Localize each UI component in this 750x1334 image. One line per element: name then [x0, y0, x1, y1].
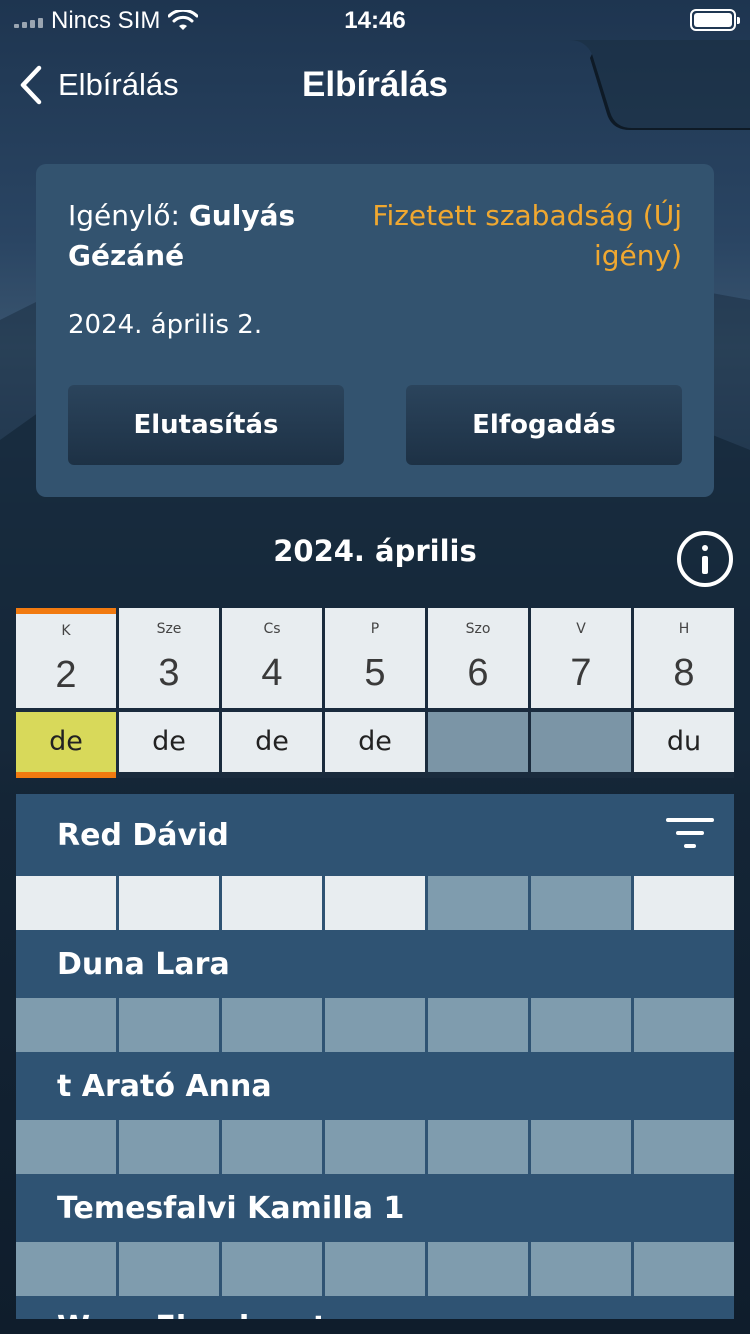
staff-day-cell[interactable] — [428, 998, 528, 1052]
staff-day-cell[interactable] — [16, 1242, 116, 1296]
staff-day-cell[interactable] — [119, 1120, 219, 1174]
day-name: Sze — [156, 621, 182, 637]
reject-button[interactable]: Elutasítás — [68, 385, 344, 465]
staff-day-cell[interactable] — [531, 1242, 631, 1296]
day-name: H — [678, 621, 690, 637]
staff-day-cells — [16, 876, 734, 930]
staff-name-row: Duna Lara — [16, 930, 734, 998]
staff-day-cell[interactable] — [325, 876, 425, 930]
day-cell[interactable]: Cs 4 — [222, 608, 322, 708]
staff-day-cell[interactable] — [634, 1120, 734, 1174]
staff-day-cell[interactable] — [119, 1242, 219, 1296]
page-title: Elbírálás — [302, 65, 448, 104]
staff-day-cells — [16, 1120, 734, 1174]
filter-icon[interactable] — [666, 818, 714, 852]
day-date: 2 — [55, 654, 77, 696]
staff-day-cells — [16, 1242, 734, 1296]
staff-day-cell[interactable] — [531, 998, 631, 1052]
staff-day-cell[interactable] — [325, 1120, 425, 1174]
request-card: Igénylő: Gulyás Gézáné Fizetett szabadsá… — [36, 164, 714, 497]
request-date: 2024. április 2. — [68, 310, 263, 340]
staff-list: Red Dávid Duna Lara t Arató Anna Temesfa… — [16, 794, 734, 1319]
half-day-cell-empty[interactable] — [428, 712, 528, 772]
half-day-cell[interactable]: de — [222, 712, 322, 772]
half-day-cell-selected[interactable]: de — [16, 712, 116, 778]
staff-day-cell[interactable] — [428, 1120, 528, 1174]
staff-day-cell[interactable] — [634, 876, 734, 930]
battery-icon — [690, 9, 740, 31]
half-day-cell[interactable]: de — [119, 712, 219, 772]
staff-name-row: Temesfalvi Kamilla 1 — [16, 1174, 734, 1242]
accept-button[interactable]: Elfogadás — [406, 385, 682, 465]
day-name: P — [370, 621, 380, 637]
staff-day-cell[interactable] — [222, 876, 322, 930]
day-name: K — [61, 623, 71, 639]
day-cell[interactable]: Sze 3 — [119, 608, 219, 708]
staff-day-cell[interactable] — [222, 998, 322, 1052]
day-date: 4 — [261, 652, 283, 694]
staff-name-row: Red Dávid — [16, 794, 734, 876]
day-cell[interactable]: H8 — [634, 608, 734, 708]
status-bar: Nincs SIM 14:46 — [0, 0, 750, 40]
staff-name: t Arató Anna — [57, 1068, 272, 1104]
staff-day-cell[interactable] — [222, 1242, 322, 1296]
staff-day-cell[interactable] — [16, 876, 116, 930]
staff-day-cells — [16, 998, 734, 1052]
week-calendar: K2 Sze 3 Cs 4 P5 Szo 6 V7 H8 de de de de du — [16, 608, 734, 778]
half-day-cell[interactable]: du — [634, 712, 734, 772]
staff-day-cell[interactable] — [428, 876, 528, 930]
staff-name-row: t Arató Anna — [16, 1052, 734, 1120]
staff-day-cell[interactable] — [222, 1120, 322, 1174]
day-cell[interactable]: P5 — [325, 608, 425, 708]
day-date: 8 — [673, 652, 695, 694]
staff-day-cell[interactable] — [16, 998, 116, 1052]
status-time: 14:46 — [344, 7, 406, 34]
staff-day-cell[interactable] — [119, 876, 219, 930]
day-cell[interactable]: V7 — [531, 608, 631, 708]
half-day-cell-empty[interactable] — [531, 712, 631, 772]
staff-day-cell[interactable] — [119, 998, 219, 1052]
day-cell[interactable]: Szo 6 — [428, 608, 528, 708]
day-cell[interactable]: K2 — [16, 608, 116, 708]
applicant: Igénylő: Gulyás Gézáné — [68, 196, 348, 276]
day-name: V — [576, 621, 586, 637]
staff-name: Wass Flanders t — [57, 1310, 327, 1319]
staff-day-cell[interactable] — [531, 876, 631, 930]
staff-name-row: Wass Flanders t — [16, 1296, 734, 1319]
request-type: Fizetett szabadság (Új igény) — [372, 199, 682, 272]
day-date: 5 — [364, 652, 386, 694]
info-icon[interactable] — [677, 531, 733, 587]
day-date: 7 — [570, 652, 592, 694]
day-date: 3 — [158, 652, 180, 694]
staff-name: Red Dávid — [57, 817, 229, 853]
staff-day-cell[interactable] — [325, 998, 425, 1052]
applicant-label: Igénylő: — [68, 199, 189, 232]
staff-name: Temesfalvi Kamilla 1 — [57, 1190, 405, 1226]
staff-day-cell[interactable] — [634, 1242, 734, 1296]
staff-day-cell[interactable] — [634, 998, 734, 1052]
day-date: 6 — [467, 652, 489, 694]
staff-day-cell[interactable] — [428, 1242, 528, 1296]
day-name: Cs — [263, 621, 281, 637]
staff-day-cell[interactable] — [16, 1120, 116, 1174]
staff-day-cell[interactable] — [325, 1242, 425, 1296]
staff-day-cell[interactable] — [531, 1120, 631, 1174]
half-day-cell[interactable]: de — [325, 712, 425, 772]
day-name: Szo — [465, 621, 491, 637]
staff-name: Duna Lara — [57, 946, 230, 982]
month-label: 2024. április — [273, 534, 477, 568]
